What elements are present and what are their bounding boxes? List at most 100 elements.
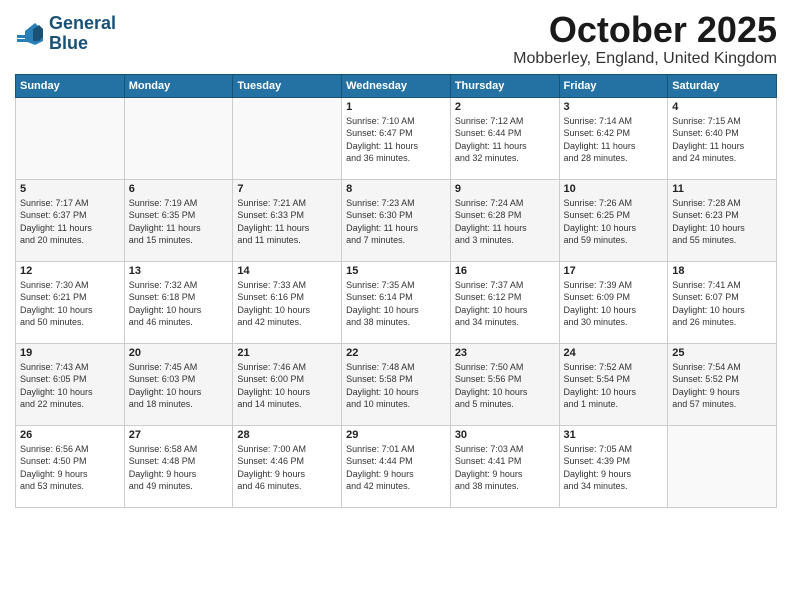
day-info: Sunrise: 7:30 AM Sunset: 6:21 PM Dayligh… bbox=[20, 279, 120, 329]
logo: GeneralBlue bbox=[15, 14, 116, 54]
day-number: 11 bbox=[672, 183, 772, 195]
weekday-header-friday: Friday bbox=[559, 74, 668, 97]
calendar-cell: 22 Sunrise: 7:48 AM Sunset: 5:58 PM Dayli… bbox=[342, 343, 451, 425]
day-info: Sunrise: 7:21 AM Sunset: 6:33 PM Dayligh… bbox=[237, 197, 337, 247]
title-block: October 2025 Mobberley, England, United … bbox=[513, 10, 777, 68]
day-info: Sunrise: 7:17 AM Sunset: 6:37 PM Dayligh… bbox=[20, 197, 120, 247]
day-number: 17 bbox=[564, 265, 664, 277]
calendar-cell: 17 Sunrise: 7:39 AM Sunset: 6:09 PM Dayli… bbox=[559, 261, 668, 343]
day-info: Sunrise: 6:58 AM Sunset: 4:48 PM Dayligh… bbox=[129, 443, 229, 493]
day-info: Sunrise: 7:00 AM Sunset: 4:46 PM Dayligh… bbox=[237, 443, 337, 493]
calendar-cell: 13 Sunrise: 7:32 AM Sunset: 6:18 PM Dayli… bbox=[124, 261, 233, 343]
calendar-cell: 8 Sunrise: 7:23 AM Sunset: 6:30 PM Daylig… bbox=[342, 179, 451, 261]
day-number: 31 bbox=[564, 429, 664, 441]
calendar-cell: 3 Sunrise: 7:14 AM Sunset: 6:42 PM Daylig… bbox=[559, 97, 668, 179]
calendar-cell: 28 Sunrise: 7:00 AM Sunset: 4:46 PM Dayli… bbox=[233, 425, 342, 507]
weekday-header-sunday: Sunday bbox=[16, 74, 125, 97]
day-number: 15 bbox=[346, 265, 446, 277]
day-info: Sunrise: 7:41 AM Sunset: 6:07 PM Dayligh… bbox=[672, 279, 772, 329]
calendar-header: SundayMondayTuesdayWednesdayThursdayFrid… bbox=[16, 74, 777, 97]
day-number: 7 bbox=[237, 183, 337, 195]
calendar-week-row: 12 Sunrise: 7:30 AM Sunset: 6:21 PM Dayli… bbox=[16, 261, 777, 343]
weekday-header-tuesday: Tuesday bbox=[233, 74, 342, 97]
calendar-cell: 10Sunrise: 7:26 AM Sunset: 6:25 PM Dayli… bbox=[559, 179, 668, 261]
weekday-header-wednesday: Wednesday bbox=[342, 74, 451, 97]
day-number: 26 bbox=[20, 429, 120, 441]
day-info: Sunrise: 7:15 AM Sunset: 6:40 PM Dayligh… bbox=[672, 115, 772, 165]
day-info: Sunrise: 7:45 AM Sunset: 6:03 PM Dayligh… bbox=[129, 361, 229, 411]
calendar-cell bbox=[124, 97, 233, 179]
calendar-cell: 30 Sunrise: 7:03 AM Sunset: 4:41 PM Dayli… bbox=[450, 425, 559, 507]
calendar-cell: 20 Sunrise: 7:45 AM Sunset: 6:03 PM Dayli… bbox=[124, 343, 233, 425]
day-number: 6 bbox=[129, 183, 229, 195]
logo-icon bbox=[15, 19, 45, 49]
day-number: 16 bbox=[455, 265, 555, 277]
day-number: 25 bbox=[672, 347, 772, 359]
calendar-cell: 9 Sunrise: 7:24 AM Sunset: 6:28 PM Daylig… bbox=[450, 179, 559, 261]
weekday-header-saturday: Saturday bbox=[668, 74, 777, 97]
calendar-cell: 15 Sunrise: 7:35 AM Sunset: 6:14 PM Dayli… bbox=[342, 261, 451, 343]
day-info: Sunrise: 7:46 AM Sunset: 6:00 PM Dayligh… bbox=[237, 361, 337, 411]
weekday-header-thursday: Thursday bbox=[450, 74, 559, 97]
day-info: Sunrise: 7:33 AM Sunset: 6:16 PM Dayligh… bbox=[237, 279, 337, 329]
calendar-cell bbox=[233, 97, 342, 179]
day-number: 23 bbox=[455, 347, 555, 359]
day-number: 3 bbox=[564, 101, 664, 113]
day-info: Sunrise: 7:01 AM Sunset: 4:44 PM Dayligh… bbox=[346, 443, 446, 493]
calendar-cell: 1 Sunrise: 7:10 AM Sunset: 6:47 PM Daylig… bbox=[342, 97, 451, 179]
day-number: 10 bbox=[564, 183, 664, 195]
calendar-table: SundayMondayTuesdayWednesdayThursdayFrid… bbox=[15, 74, 777, 508]
calendar-cell: 7 Sunrise: 7:21 AM Sunset: 6:33 PM Daylig… bbox=[233, 179, 342, 261]
day-info: Sunrise: 7:32 AM Sunset: 6:18 PM Dayligh… bbox=[129, 279, 229, 329]
day-info: Sunrise: 7:54 AM Sunset: 5:52 PM Dayligh… bbox=[672, 361, 772, 411]
day-info: Sunrise: 7:48 AM Sunset: 5:58 PM Dayligh… bbox=[346, 361, 446, 411]
calendar-cell: 19Sunrise: 7:43 AM Sunset: 6:05 PM Dayli… bbox=[16, 343, 125, 425]
calendar-cell: 27 Sunrise: 6:58 AM Sunset: 4:48 PM Dayli… bbox=[124, 425, 233, 507]
calendar-cell: 18Sunrise: 7:41 AM Sunset: 6:07 PM Dayli… bbox=[668, 261, 777, 343]
calendar-cell: 11Sunrise: 7:28 AM Sunset: 6:23 PM Dayli… bbox=[668, 179, 777, 261]
calendar-cell: 29 Sunrise: 7:01 AM Sunset: 4:44 PM Dayli… bbox=[342, 425, 451, 507]
calendar-body: 1 Sunrise: 7:10 AM Sunset: 6:47 PM Daylig… bbox=[16, 97, 777, 507]
day-info: Sunrise: 7:23 AM Sunset: 6:30 PM Dayligh… bbox=[346, 197, 446, 247]
calendar-cell: 21 Sunrise: 7:46 AM Sunset: 6:00 PM Dayli… bbox=[233, 343, 342, 425]
day-number: 22 bbox=[346, 347, 446, 359]
calendar-week-row: 1 Sunrise: 7:10 AM Sunset: 6:47 PM Daylig… bbox=[16, 97, 777, 179]
day-number: 1 bbox=[346, 101, 446, 113]
logo-text: GeneralBlue bbox=[49, 14, 116, 54]
calendar-cell: 16 Sunrise: 7:37 AM Sunset: 6:12 PM Dayli… bbox=[450, 261, 559, 343]
weekday-row: SundayMondayTuesdayWednesdayThursdayFrid… bbox=[16, 74, 777, 97]
header: GeneralBlue October 2025 Mobberley, Engl… bbox=[15, 10, 777, 68]
day-info: Sunrise: 7:14 AM Sunset: 6:42 PM Dayligh… bbox=[564, 115, 664, 165]
day-number: 28 bbox=[237, 429, 337, 441]
calendar-cell: 25 Sunrise: 7:54 AM Sunset: 5:52 PM Dayli… bbox=[668, 343, 777, 425]
day-number: 13 bbox=[129, 265, 229, 277]
day-info: Sunrise: 7:10 AM Sunset: 6:47 PM Dayligh… bbox=[346, 115, 446, 165]
calendar-week-row: 19Sunrise: 7:43 AM Sunset: 6:05 PM Dayli… bbox=[16, 343, 777, 425]
day-number: 12 bbox=[20, 265, 120, 277]
day-number: 9 bbox=[455, 183, 555, 195]
month-title: October 2025 bbox=[513, 10, 777, 50]
day-number: 30 bbox=[455, 429, 555, 441]
calendar-cell: 2Sunrise: 7:12 AM Sunset: 6:44 PM Daylig… bbox=[450, 97, 559, 179]
day-info: Sunrise: 6:56 AM Sunset: 4:50 PM Dayligh… bbox=[20, 443, 120, 493]
day-info: Sunrise: 7:24 AM Sunset: 6:28 PM Dayligh… bbox=[455, 197, 555, 247]
day-info: Sunrise: 7:03 AM Sunset: 4:41 PM Dayligh… bbox=[455, 443, 555, 493]
day-number: 29 bbox=[346, 429, 446, 441]
calendar-cell: 23Sunrise: 7:50 AM Sunset: 5:56 PM Dayli… bbox=[450, 343, 559, 425]
calendar-week-row: 26 Sunrise: 6:56 AM Sunset: 4:50 PM Dayli… bbox=[16, 425, 777, 507]
calendar-cell bbox=[16, 97, 125, 179]
day-number: 21 bbox=[237, 347, 337, 359]
day-number: 27 bbox=[129, 429, 229, 441]
calendar-cell: 14Sunrise: 7:33 AM Sunset: 6:16 PM Dayli… bbox=[233, 261, 342, 343]
weekday-header-monday: Monday bbox=[124, 74, 233, 97]
day-info: Sunrise: 7:39 AM Sunset: 6:09 PM Dayligh… bbox=[564, 279, 664, 329]
day-info: Sunrise: 7:05 AM Sunset: 4:39 PM Dayligh… bbox=[564, 443, 664, 493]
page: GeneralBlue October 2025 Mobberley, Engl… bbox=[0, 0, 792, 612]
day-info: Sunrise: 7:37 AM Sunset: 6:12 PM Dayligh… bbox=[455, 279, 555, 329]
calendar-week-row: 5Sunrise: 7:17 AM Sunset: 6:37 PM Daylig… bbox=[16, 179, 777, 261]
day-number: 20 bbox=[129, 347, 229, 359]
day-number: 8 bbox=[346, 183, 446, 195]
day-info: Sunrise: 7:52 AM Sunset: 5:54 PM Dayligh… bbox=[564, 361, 664, 411]
calendar-cell: 12 Sunrise: 7:30 AM Sunset: 6:21 PM Dayli… bbox=[16, 261, 125, 343]
day-info: Sunrise: 7:35 AM Sunset: 6:14 PM Dayligh… bbox=[346, 279, 446, 329]
